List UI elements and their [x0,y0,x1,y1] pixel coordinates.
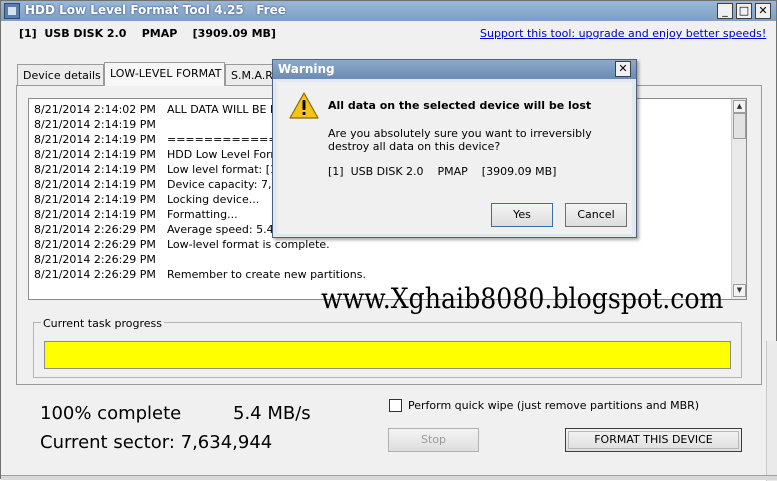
percent-complete: 100% complete [40,403,182,424]
log-time: 8/21/2014 2:14:19 PM [34,133,156,146]
dialog-title-bar[interactable]: Warning ✕ [273,60,636,79]
dialog-title: Warning [278,62,335,76]
maximize-button[interactable]: □ [736,3,752,19]
log-time: 8/21/2014 2:14:19 PM [34,193,156,206]
log-message: Formatting... [167,208,238,221]
tab-device-details[interactable]: Device details [17,64,104,85]
progress-bar-fill [45,342,730,368]
app-icon [4,3,20,19]
log-time: 8/21/2014 2:14:02 PM [34,103,156,116]
quick-wipe-label[interactable]: Perform quick wipe (just remove partitio… [408,399,699,412]
log-time: 8/21/2014 2:14:19 PM [34,208,156,221]
quick-wipe-checkbox[interactable] [389,399,402,412]
warning-icon [289,92,319,119]
log-message: Low level format: [1 [167,163,278,176]
scroll-thumb[interactable] [733,113,746,139]
selected-device-label: [1] USB DISK 2.0 PMAP [3909.09 MB] [19,27,276,40]
cancel-button[interactable]: Cancel [565,203,627,227]
log-time: 8/21/2014 2:26:29 PM [34,223,156,236]
log-message: Device capacity: 7,6 [167,178,279,191]
tab-low-level-format[interactable]: LOW-LEVEL FORMAT [104,62,225,86]
warning-dialog: Warning ✕ All data on the selected devic… [272,59,637,238]
speed-readout: 5.4 MB/s [233,403,311,424]
bottom-edge [1,475,777,480]
log-message: HDD Low Level Form [167,148,282,161]
log-message: Remember to create new partitions. [167,268,366,281]
close-button[interactable]: ✕ [755,3,771,19]
log-time: 8/21/2014 2:26:29 PM [34,268,156,281]
log-message: Low-level format is complete. [167,238,330,251]
device-bar: [1] USB DISK 2.0 PMAP [3909.09 MB] Suppo… [1,23,776,45]
log-scrollbar[interactable]: ▲ ▼ [731,99,746,299]
stop-button[interactable]: Stop [388,428,479,452]
dialog-heading: All data on the selected device will be … [328,99,592,112]
dialog-body: All data on the selected device will be … [277,82,632,234]
minimize-button[interactable]: _ [717,3,733,19]
window-scrollbar[interactable] [766,341,777,481]
log-message: Average speed: 5.4 [167,223,274,236]
scroll-down-icon[interactable]: ▼ [733,284,746,297]
log-time: 8/21/2014 2:14:19 PM [34,163,156,176]
log-time: 8/21/2014 2:14:19 PM [34,178,156,191]
log-time: 8/21/2014 2:26:29 PM [34,238,156,251]
log-message: Locking device... [167,193,260,206]
yes-button[interactable]: Yes [491,203,553,227]
support-link[interactable]: Support this tool: upgrade and enjoy bet… [480,27,766,40]
log-message: ALL DATA WILL BE FU [167,103,285,116]
window-title: HDD Low Level Format Tool 4.25 Free [25,3,286,17]
log-time: 8/21/2014 2:14:19 PM [34,118,156,131]
progress-group-title: Current task progress [41,317,164,330]
dialog-device-label: [1] USB DISK 2.0 PMAP [3909.09 MB] [328,165,557,178]
format-device-button[interactable]: FORMAT THIS DEVICE [565,428,742,452]
title-bar[interactable]: HDD Low Level Format Tool 4.25 Free _ □ … [1,1,776,21]
progress-bar [44,341,731,369]
log-time: 8/21/2014 2:14:19 PM [34,148,156,161]
current-sector: Current sector: 7,634,944 [40,432,273,453]
log-time: 8/21/2014 2:26:29 PM [34,253,156,266]
scroll-up-icon[interactable]: ▲ [733,100,746,113]
dialog-message: Are you absolutely sure you want to irre… [328,127,592,153]
watermark: www.Xghaib8080.blogspot.com [321,282,724,315]
dialog-close-button[interactable]: ✕ [615,61,631,77]
